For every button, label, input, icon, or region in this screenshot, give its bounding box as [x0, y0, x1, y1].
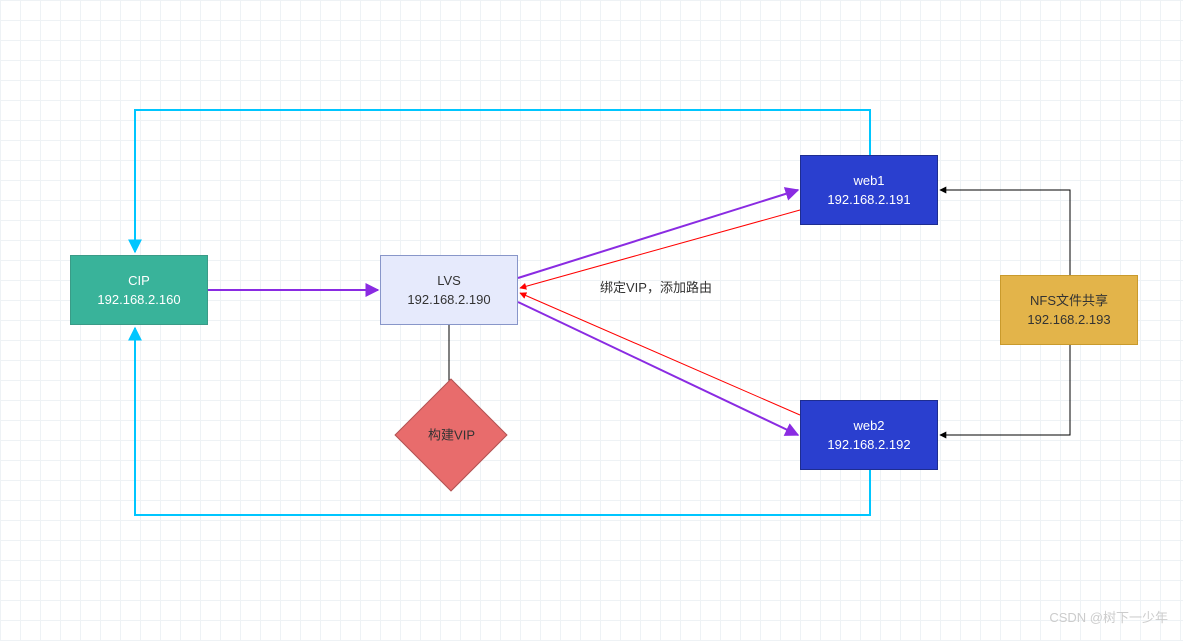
- edge-lvs-to-web1: [518, 190, 798, 278]
- edge-web1-to-cip: [135, 110, 870, 252]
- node-lvs: LVS 192.168.2.190: [380, 255, 518, 325]
- edge-web2-to-lvs: [520, 293, 800, 415]
- web2-label: web2: [853, 416, 884, 436]
- edge-nfs-to-web2: [940, 345, 1070, 435]
- lvs-ip: 192.168.2.190: [407, 290, 490, 310]
- node-web2: web2 192.168.2.192: [800, 400, 938, 470]
- edge-lvs-to-web2: [518, 302, 798, 435]
- node-cip: CIP 192.168.2.160: [70, 255, 208, 325]
- web1-label: web1: [853, 171, 884, 191]
- annotation-vip-route: 绑定VIP，添加路由: [600, 277, 712, 296]
- web2-ip: 192.168.2.192: [827, 435, 910, 455]
- edge-web2-to-cip: [135, 328, 870, 515]
- web1-ip: 192.168.2.191: [827, 190, 910, 210]
- nfs-label: NFS文件共享: [1030, 291, 1108, 311]
- watermark: CSDN @树下一少年: [1049, 607, 1168, 626]
- edge-nfs-to-web1: [940, 190, 1070, 275]
- lvs-label: LVS: [437, 271, 461, 291]
- nfs-ip: 192.168.2.193: [1027, 310, 1110, 330]
- node-web1: web1 192.168.2.191: [800, 155, 938, 225]
- node-nfs: NFS文件共享 192.168.2.193: [1000, 275, 1138, 345]
- cip-label: CIP: [128, 271, 150, 291]
- node-vip: 构建VIP: [394, 378, 507, 491]
- cip-ip: 192.168.2.160: [97, 290, 180, 310]
- vip-label: 构建VIP: [428, 425, 475, 445]
